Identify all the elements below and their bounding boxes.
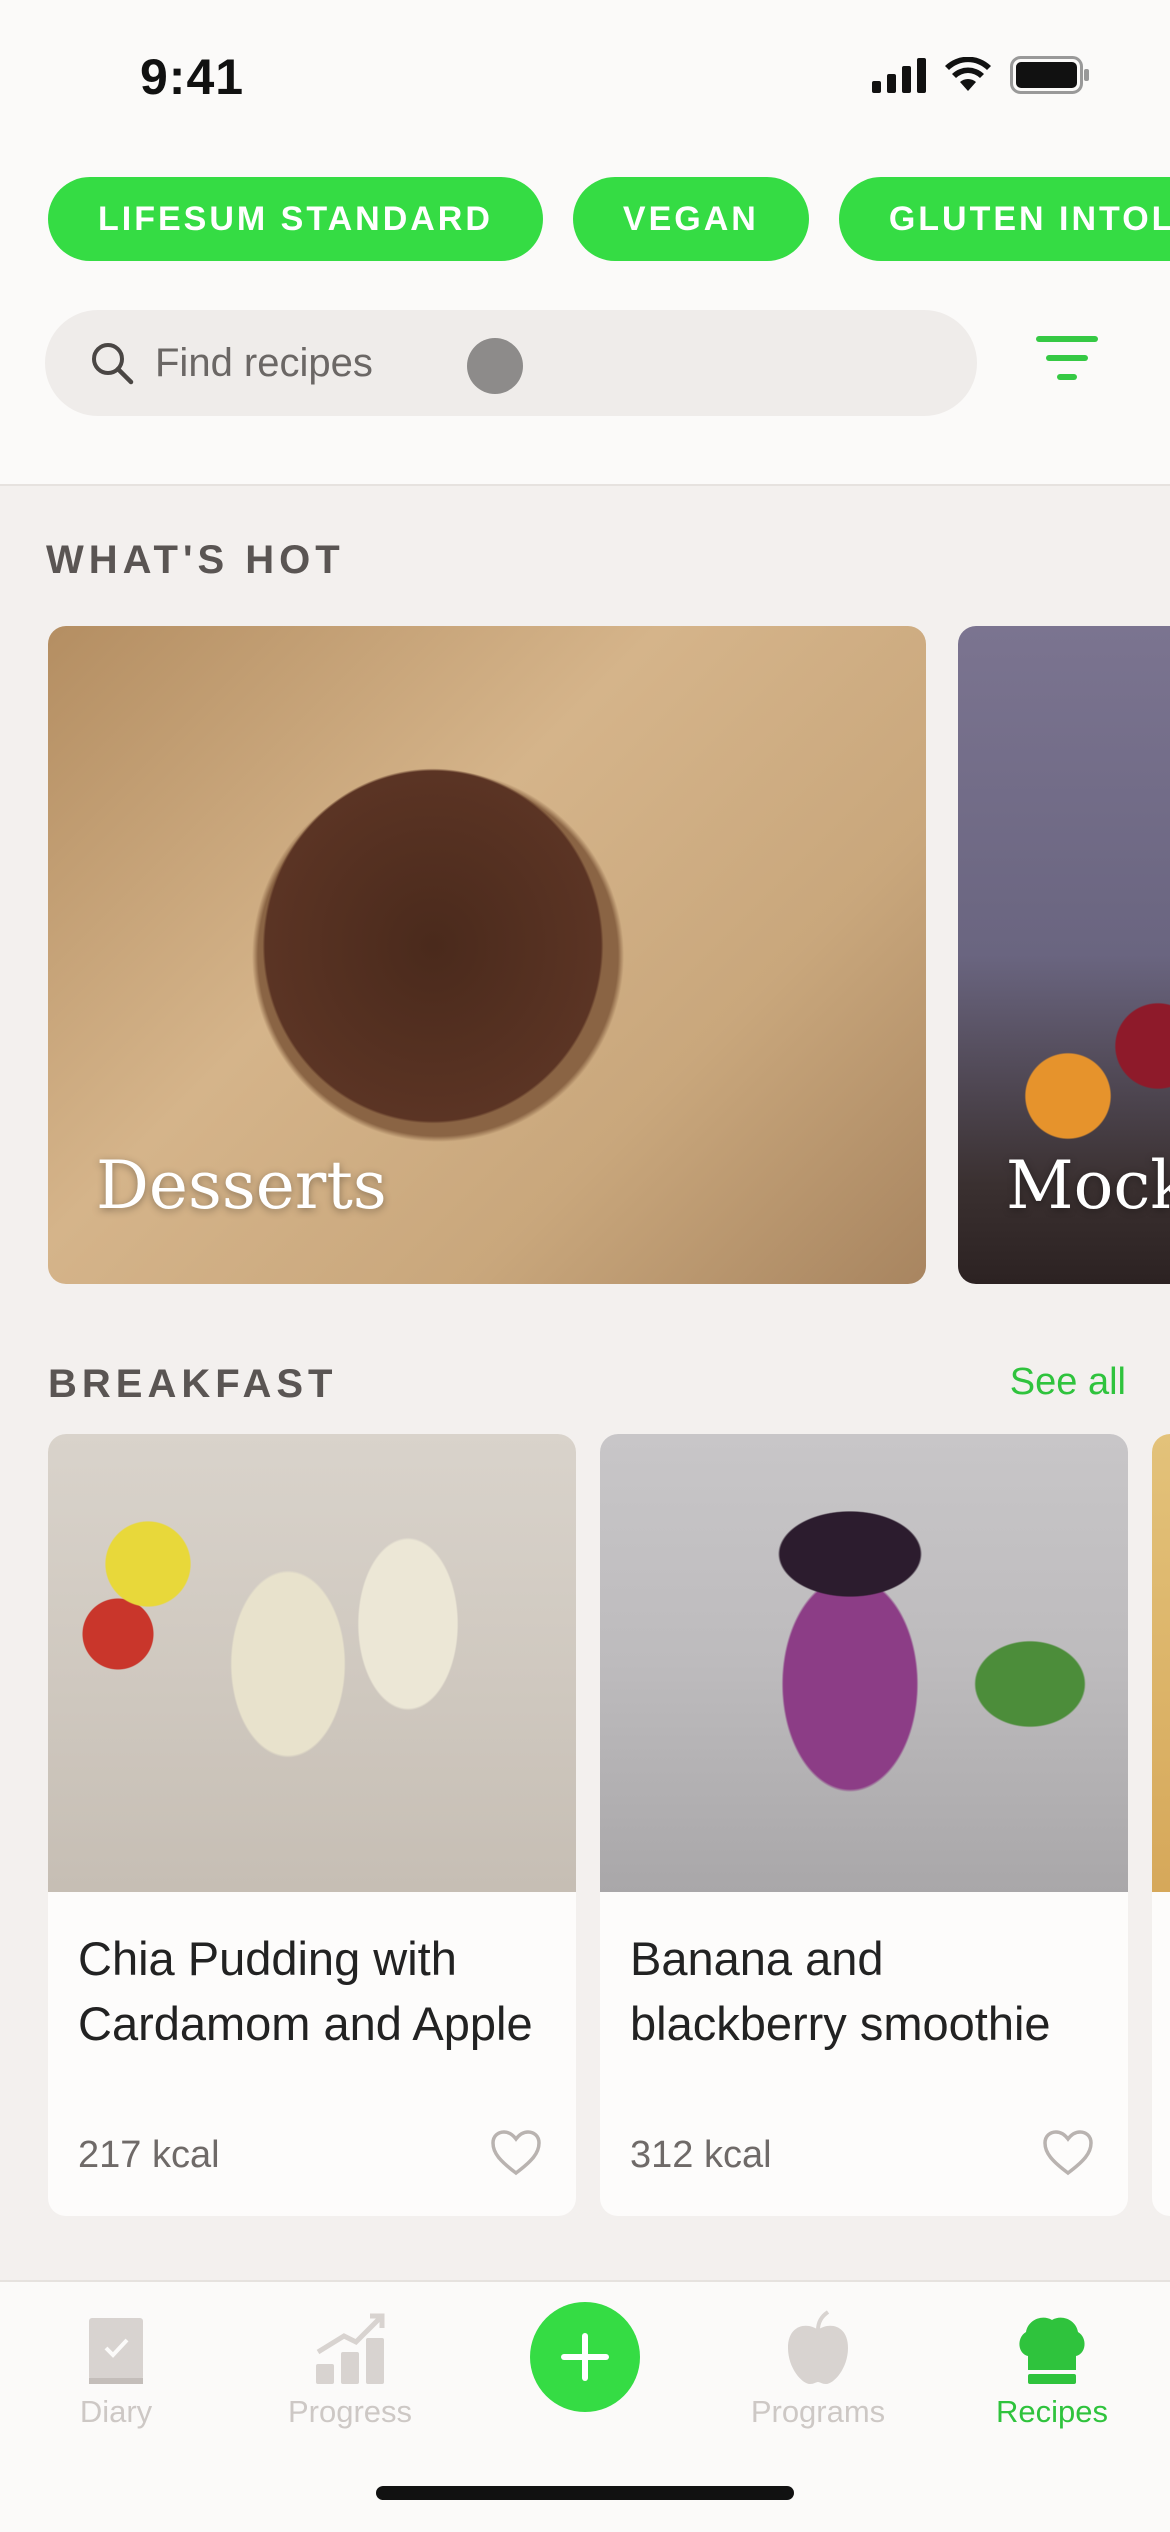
recipe-kcal: 217 kcal	[78, 2134, 220, 2176]
recipe-card[interactable]: Chia Pudding with Cardamom and Apple 217…	[48, 1434, 576, 2216]
recipe-image	[600, 1434, 1128, 1892]
battery-icon	[1010, 56, 1090, 94]
tab-recipes[interactable]: Recipes	[952, 2302, 1152, 2430]
recipe-image	[48, 1434, 576, 1892]
hot-card-label: Desserts	[96, 1147, 387, 1224]
filter-button[interactable]	[1036, 336, 1098, 388]
diet-chips: LIFESUM STANDARD VEGAN GLUTEN INTOLERANT	[48, 177, 1170, 261]
plus-icon	[561, 2333, 609, 2381]
status-time: 9:41	[140, 49, 245, 105]
header: 9:41 LIFESUM STANDARD VEGAN GLUTEN INTOL…	[0, 0, 1170, 486]
diet-chip[interactable]: GLUTEN INTOLERANT	[838, 177, 1170, 261]
diet-chip[interactable]: LIFESUM STANDARD	[48, 177, 543, 261]
hot-card-desserts[interactable]: Desserts	[48, 626, 926, 1284]
status-icons	[872, 56, 1090, 94]
search-icon	[92, 343, 134, 385]
recipe-image	[1152, 1434, 1170, 1892]
hot-card-mocktails[interactable]: Mocktails	[958, 626, 1170, 1284]
filter-icon	[1036, 336, 1098, 342]
see-all-link[interactable]: See all	[1010, 1361, 1126, 1404]
book-icon	[89, 2318, 143, 2384]
search-placeholder: Find recipes	[155, 340, 373, 385]
tab-progress[interactable]: Progress	[250, 2302, 450, 2430]
recipe-title: Banana and blackberry smoothie	[630, 1932, 1051, 2050]
recipe-card[interactable]: Banana and blackberry smoothie 312 kcal	[600, 1434, 1128, 2216]
search-input[interactable]: Find recipes	[45, 310, 977, 416]
tab-programs[interactable]: Programs	[718, 2302, 918, 2430]
recipe-card[interactable]	[1152, 1434, 1170, 2216]
hot-card-label: Mocktails	[1006, 1147, 1170, 1224]
touch-indicator	[467, 338, 523, 394]
whats-hot-title: WHAT'S HOT	[46, 538, 345, 582]
chart-icon	[316, 2313, 385, 2384]
heart-icon[interactable]	[1042, 2129, 1094, 2177]
chef-hat-icon	[1019, 2317, 1085, 2384]
tab-diary[interactable]: Diary	[16, 2302, 216, 2430]
tab-label: Recipes	[996, 2394, 1108, 2429]
breakfast-title: BREAKFAST	[48, 1362, 338, 1406]
signal-icon	[872, 57, 926, 93]
apple-icon	[788, 2310, 848, 2384]
add-button[interactable]	[530, 2302, 640, 2412]
status-bar: 9:41	[0, 0, 1170, 150]
tab-label: Progress	[287, 2394, 413, 2429]
wifi-icon	[944, 57, 992, 93]
heart-icon[interactable]	[490, 2129, 542, 2177]
diet-chip[interactable]: VEGAN	[572, 177, 809, 261]
tab-label: Diary	[79, 2394, 153, 2429]
tab-label: Programs	[750, 2394, 886, 2429]
home-indicator[interactable]	[376, 2486, 794, 2500]
recipe-title: Chia Pudding with Cardamom and Apple	[78, 1932, 533, 2050]
recipe-kcal: 312 kcal	[630, 2134, 772, 2176]
